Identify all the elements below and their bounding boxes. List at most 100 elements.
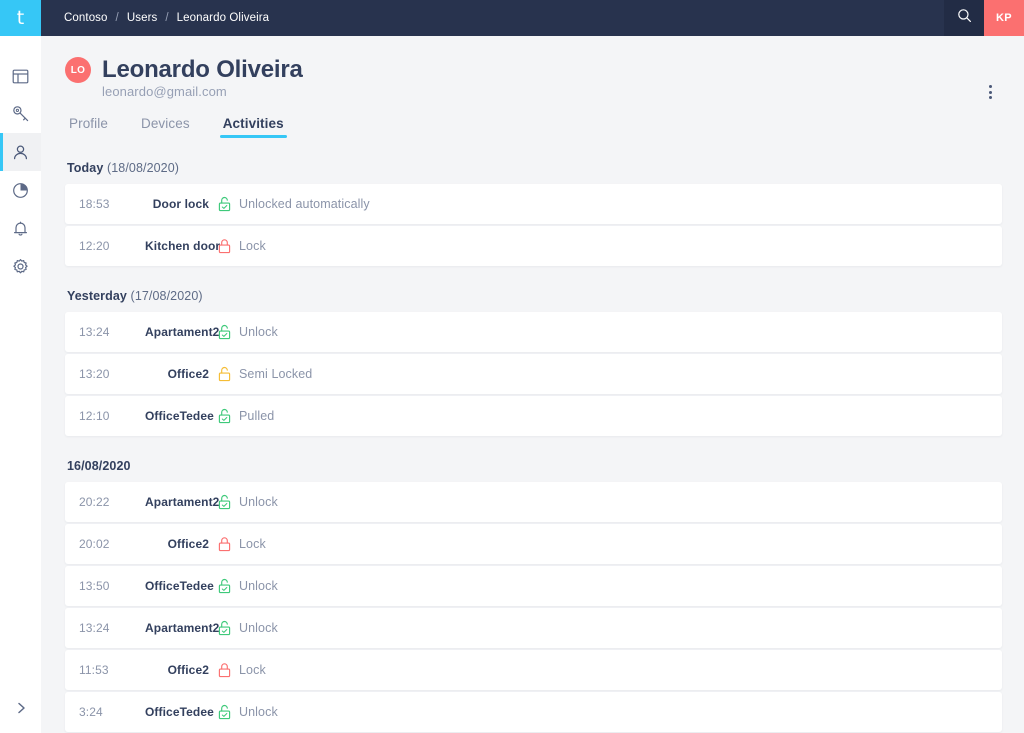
search-icon [957, 8, 972, 28]
topbar-actions: KP [944, 0, 1024, 36]
tab-profile[interactable]: Profile [69, 116, 108, 138]
user-identity: LO Leonardo Oliveira [65, 57, 1002, 83]
activity-device-name: Office2 [167, 367, 209, 381]
breadcrumb: Contoso / Users / Leonardo Oliveira [41, 0, 269, 36]
activity-time: 13:24 [79, 325, 110, 339]
activity-action: Lock [239, 239, 266, 253]
lock-red-icon [209, 536, 239, 552]
sidebar-expand-button[interactable] [0, 687, 41, 733]
activity-row[interactable]: 20:02 Office2 Lock [65, 524, 1002, 564]
activity-action: Unlock [239, 579, 278, 593]
activity-row[interactable]: 18:53 Door lock Unlocked automatically [65, 184, 1002, 224]
tab-activities[interactable]: Activities [219, 116, 287, 138]
key-icon [12, 105, 30, 123]
activity-action: Unlock [239, 495, 278, 509]
user-email: leonardo@gmail.com [102, 84, 227, 99]
activity-row[interactable]: 11:53 Office2 Lock [65, 650, 1002, 690]
tab-devices[interactable]: Devices [141, 116, 190, 138]
activity-action: Semi Locked [239, 367, 313, 381]
person-icon [12, 144, 29, 161]
tab-bar: Profile Devices Activities [69, 116, 1002, 138]
activity-device-name: Door lock [152, 197, 209, 211]
unlock-green-icon [209, 704, 239, 720]
activity-action: Unlock [239, 705, 278, 719]
main-content: LO Leonardo Oliveira leonardo@gmail.com … [41, 36, 1024, 733]
activity-device-name: OfficeTedee [145, 409, 214, 423]
activity-group-label: 16/08/2020 [67, 459, 131, 473]
activity-group: 18:53 Door lock Unlocked automatically 12:2… [65, 184, 1002, 266]
activity-row[interactable]: 13:24 Apartament2 Unlock [65, 312, 1002, 352]
activity-device-name: Apartament2 [145, 621, 220, 635]
account-avatar[interactable]: KP [984, 0, 1024, 36]
activity-group-date: (18/08/2020) [103, 161, 180, 175]
activity-time: 3:24 [79, 705, 103, 719]
gear-icon [12, 258, 29, 275]
sidebar: t [0, 0, 41, 733]
activity-row[interactable]: 12:10 OfficeTedee Pulled [65, 396, 1002, 436]
activity-group: 20:22 Apartament2 Unlock 20:02 Office2 Lock 13… [65, 482, 1002, 732]
breadcrumb-separator: / [115, 12, 119, 24]
account-avatar-initials: KP [995, 12, 1013, 24]
sidebar-item-users[interactable] [0, 133, 41, 171]
activity-group-title: 16/08/2020 [67, 459, 1002, 473]
activity-device-name: OfficeTedee [145, 705, 214, 719]
activity-list: Today (18/08/2020) 18:53 Door lock Unlocked… [41, 161, 1024, 732]
activity-time: 18:53 [79, 197, 110, 211]
activity-row[interactable]: 13:20 Office2 Semi Locked [65, 354, 1002, 394]
semi-lock-yellow-icon [209, 366, 239, 382]
activity-action: Unlocked automatically [239, 197, 370, 211]
breadcrumb-item-current: Leonardo Oliveira [176, 12, 270, 24]
activity-action: Lock [239, 537, 266, 551]
activity-row[interactable]: 13:50 OfficeTedee Unlock [65, 566, 1002, 606]
app-logo-letter: t [16, 6, 25, 29]
avatar: LO [65, 57, 91, 83]
activity-time: 20:22 [79, 495, 110, 509]
breadcrumb-item-org[interactable]: Contoso [64, 12, 108, 24]
page-header: LO Leonardo Oliveira leonardo@gmail.com … [41, 36, 1024, 138]
sidebar-item-keys[interactable] [0, 95, 41, 133]
activity-row[interactable]: 12:20 Kitchen door Lock [65, 226, 1002, 266]
kebab-menu-icon[interactable] [980, 82, 1000, 102]
chevron-right-icon [14, 701, 28, 720]
activity-time: 11:53 [79, 663, 109, 677]
activity-action: Unlock [239, 325, 278, 339]
activity-device-name: Office2 [167, 537, 209, 551]
bell-icon [12, 220, 29, 237]
activity-action: Unlock [239, 621, 278, 635]
activity-group-label: Yesterday [67, 289, 127, 303]
activity-time: 12:10 [79, 409, 110, 423]
page-title: Leonardo Oliveira [102, 56, 303, 84]
unlock-green-icon [209, 196, 239, 212]
activity-group-date: (17/08/2020) [126, 289, 203, 303]
activity-row[interactable]: 13:24 Apartament2 Unlock [65, 608, 1002, 648]
sidebar-item-notifications[interactable] [0, 209, 41, 247]
activity-group-title: Yesterday (17/08/2020) [67, 289, 1002, 303]
app-root: t Contoso / Users / Leonardo Oliveira KP… [0, 0, 1024, 733]
unlock-green-icon [209, 620, 239, 636]
app-logo[interactable]: t [0, 0, 41, 36]
activity-device-name: Apartament2 [145, 325, 220, 339]
lock-red-icon [209, 238, 239, 254]
activity-action: Pulled [239, 409, 275, 423]
activity-time: 12:20 [79, 239, 110, 253]
activity-group-title: Today (18/08/2020) [67, 161, 1002, 175]
search-button[interactable] [944, 0, 984, 36]
sidebar-item-dashboard[interactable] [0, 57, 41, 95]
dashboard-panel-icon [12, 68, 29, 85]
content-column: Contoso / Users / Leonardo Oliveira KP L… [41, 0, 1024, 733]
sidebar-nav [0, 36, 41, 285]
sidebar-item-reports[interactable] [0, 171, 41, 209]
breadcrumb-item-users[interactable]: Users [127, 12, 158, 24]
unlock-green-icon [209, 494, 239, 510]
sidebar-item-settings[interactable] [0, 247, 41, 285]
unlock-green-icon [209, 408, 239, 424]
pie-chart-icon [12, 182, 29, 199]
activity-time: 13:50 [79, 579, 110, 593]
avatar-initials: LO [70, 64, 86, 76]
activity-time: 13:20 [79, 367, 110, 381]
activity-group: 13:24 Apartament2 Unlock 13:20 Office2 Semi L… [65, 312, 1002, 436]
activity-time: 13:24 [79, 621, 110, 635]
activity-row[interactable]: 3:24 OfficeTedee Unlock [65, 692, 1002, 732]
activity-device-name: Kitchen door [145, 239, 221, 253]
activity-row[interactable]: 20:22 Apartament2 Unlock [65, 482, 1002, 522]
